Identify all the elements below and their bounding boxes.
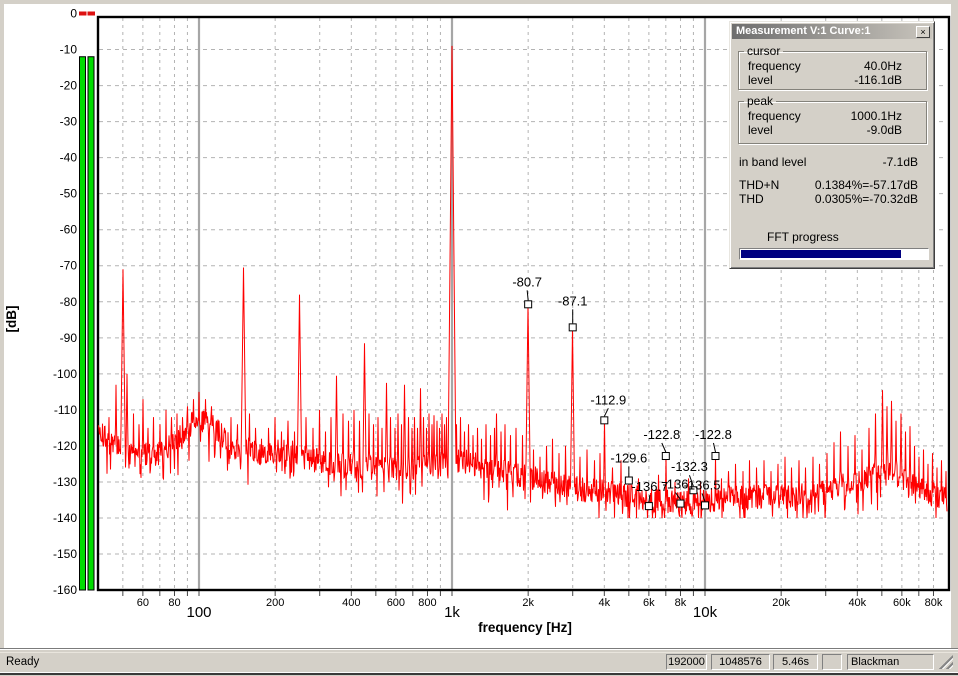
status-panel-time: 5.46s <box>773 654 818 670</box>
status-panel-window-function: Blackman <box>847 654 934 670</box>
cursor-frequency-label: frequency <box>748 59 801 73</box>
svg-text:-120: -120 <box>53 439 77 453</box>
peak-frequency-value: 1000.1Hz <box>851 109 902 123</box>
svg-text:10k: 10k <box>693 604 718 621</box>
in-band-level-row: in band level -7.1dB <box>739 155 918 169</box>
app-window: 60 80 100 200 400 600 800 1k 2k 4k 6k 8k 10k 20k 40k 60… <box>0 0 958 676</box>
svg-text:800: 800 <box>418 597 436 609</box>
peak-marker <box>601 417 608 424</box>
svg-text:-10: -10 <box>60 43 78 57</box>
peak-frequency-row: frequency 1000.1Hz <box>739 109 926 123</box>
x-axis-title: frequency [Hz] <box>478 620 572 635</box>
cursor-level-value: -116.1dB <box>854 73 902 87</box>
svg-text:80k: 80k <box>925 597 943 609</box>
peak-value-label: -122.8 <box>695 427 732 442</box>
svg-text:6k: 6k <box>643 597 655 609</box>
peak-value-label: -80.7 <box>512 274 542 289</box>
measurement-window: Measurement V:1 Curve:1 × cursor frequen… <box>729 21 935 269</box>
thdn-row: THD+N 0.1384%=-57.17dB <box>739 178 918 192</box>
window-edge-shadow <box>0 673 958 675</box>
peak-value-label: -112.9 <box>590 392 626 407</box>
svg-text:1k: 1k <box>444 604 460 621</box>
svg-text:80: 80 <box>168 597 180 609</box>
status-text: Ready <box>6 652 39 672</box>
svg-text:-150: -150 <box>53 547 77 561</box>
in-band-level-label: in band level <box>739 155 806 169</box>
svg-text:-60: -60 <box>60 223 78 237</box>
peak-level-label: level <box>748 123 773 137</box>
peak-frequency-label: frequency <box>748 109 801 123</box>
fft-progress-fill <box>741 250 901 258</box>
svg-text:200: 200 <box>266 597 284 609</box>
svg-text:600: 600 <box>387 597 405 609</box>
peak-marker <box>702 502 709 509</box>
resize-grip-icon[interactable] <box>937 655 953 669</box>
close-button[interactable]: × <box>916 26 930 38</box>
peak-group: peak frequency 1000.1Hz level -9.0dB <box>738 94 927 144</box>
status-panel-fft-length: 1048576 <box>711 654 770 670</box>
peak-level-row: level -9.0dB <box>739 123 926 137</box>
svg-text:-30: -30 <box>60 115 78 129</box>
status-panel-empty <box>822 654 842 670</box>
cursor-group-label: cursor <box>744 44 783 58</box>
svg-text:60: 60 <box>137 597 149 609</box>
peak-value-label: -129.6 <box>610 451 647 466</box>
peak-marker <box>662 453 669 460</box>
clip-indicator <box>88 12 96 16</box>
svg-text:-140: -140 <box>53 511 77 525</box>
in-band-level-value: -7.1dB <box>883 155 918 169</box>
svg-text:-40: -40 <box>60 151 78 165</box>
peak-level-value: -9.0dB <box>867 123 902 137</box>
peak-value-label: -132.3 <box>671 459 708 474</box>
thd-value: 0.0305%=-70.32dB <box>815 192 918 206</box>
cursor-frequency-value: 40.0Hz <box>864 59 902 73</box>
svg-text:-160: -160 <box>53 583 77 597</box>
cursor-level-label: level <box>748 73 773 87</box>
measurement-window-titlebar[interactable]: Measurement V:1 Curve:1 × <box>732 24 932 39</box>
peak-value-label: -136.5 <box>684 477 721 492</box>
peak-group-label: peak <box>744 94 776 108</box>
svg-text:100: 100 <box>186 604 211 621</box>
svg-text:-80: -80 <box>60 295 78 309</box>
svg-text:40k: 40k <box>848 597 866 609</box>
svg-text:20k: 20k <box>772 597 790 609</box>
thdn-label: THD+N <box>739 178 779 192</box>
svg-text:-90: -90 <box>60 331 78 345</box>
cursor-group: cursor frequency 40.0Hz level -116.1dB <box>738 44 927 90</box>
peak-value-label: -122.8 <box>643 427 680 442</box>
meter-bar <box>80 57 86 590</box>
thdn-value: 0.1384%=-57.17dB <box>815 178 918 192</box>
svg-text:4k: 4k <box>599 597 611 609</box>
fft-progress-bar <box>739 248 929 260</box>
close-icon: × <box>920 27 925 37</box>
svg-text:8k: 8k <box>675 597 687 609</box>
peak-value-label: -87.1 <box>558 293 588 308</box>
svg-text:-100: -100 <box>53 367 77 381</box>
peak-marker <box>569 324 576 331</box>
cursor-frequency-row: frequency 40.0Hz <box>739 59 926 73</box>
peak-marker <box>645 503 652 510</box>
measurement-window-title: Measurement V:1 Curve:1 <box>736 25 871 37</box>
svg-text:-110: -110 <box>54 403 77 417</box>
cursor-level-row: level -116.1dB <box>739 73 926 87</box>
meter-bar <box>88 57 94 590</box>
peak-marker <box>525 301 532 308</box>
thd-row: THD 0.0305%=-70.32dB <box>739 192 918 206</box>
svg-text:-130: -130 <box>53 475 77 489</box>
svg-text:400: 400 <box>342 597 360 609</box>
svg-text:0: 0 <box>70 7 77 21</box>
status-panel-sample-rate: 192000 <box>666 654 707 670</box>
svg-text:-20: -20 <box>60 79 78 93</box>
peak-marker <box>712 453 719 460</box>
thd-label: THD <box>739 192 764 206</box>
peak-marker <box>677 500 684 507</box>
svg-text:-50: -50 <box>60 187 78 201</box>
fft-progress-label: FFT progress <box>767 230 839 244</box>
svg-text:60k: 60k <box>893 597 911 609</box>
svg-text:2k: 2k <box>522 597 534 609</box>
clip-indicator <box>79 12 87 16</box>
status-bar: Ready 192000 1048576 5.46s Blackman <box>0 652 958 672</box>
y-axis-title: [dB] <box>4 306 19 333</box>
svg-text:-70: -70 <box>60 259 78 273</box>
